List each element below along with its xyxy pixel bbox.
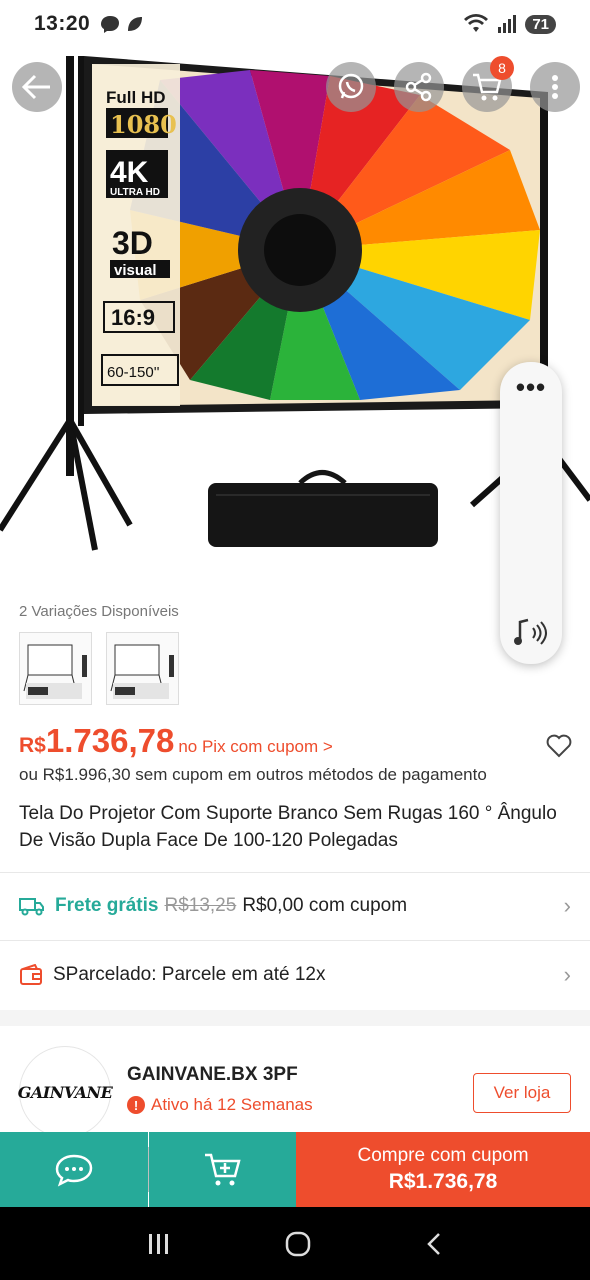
add-to-cart-button[interactable] xyxy=(149,1132,296,1207)
variation-thumbnail[interactable] xyxy=(19,632,92,705)
price-currency: R$ xyxy=(19,734,46,757)
alert-icon: ! xyxy=(127,1096,145,1114)
system-navigation-bar xyxy=(0,1207,590,1280)
label-4k: 4K xyxy=(110,156,149,189)
label-3d: 3D xyxy=(112,225,153,261)
label-aspect: 16:9 xyxy=(111,305,155,330)
leaf-icon xyxy=(128,17,143,31)
more-options-button[interactable] xyxy=(530,62,580,112)
messenger-icon xyxy=(101,16,120,33)
divider xyxy=(0,872,590,873)
alternative-price: ou R$1.996,30 sem cupom em outros método… xyxy=(19,765,487,784)
section-divider xyxy=(0,1010,590,1026)
chevron-right-icon: › xyxy=(563,962,571,987)
old-shipping-price: R$13,25 xyxy=(164,895,237,916)
status-time: 13:20 xyxy=(34,12,91,35)
buy-label: Compre com cupom xyxy=(357,1145,529,1166)
home-icon[interactable] xyxy=(284,1230,312,1258)
wallet-icon xyxy=(20,964,42,985)
variations-section: 2 Variações Disponíveis xyxy=(19,603,179,705)
recent-apps-icon[interactable] xyxy=(146,1232,172,1256)
bottom-action-bar: Compre com cupom R$1.736,78 xyxy=(0,1132,590,1207)
cart-count-badge: 8 xyxy=(490,56,514,80)
buy-price: R$1.736,78 xyxy=(388,1170,498,1193)
cart-button[interactable]: 8 xyxy=(462,56,514,112)
variations-label: 2 Variações Disponíveis xyxy=(19,603,179,620)
heart-icon[interactable] xyxy=(546,734,572,758)
label-full-hd: Full HD xyxy=(106,88,166,107)
music-sound-icon[interactable] xyxy=(512,616,550,650)
shipping-row[interactable]: Frete grátis R$13,25 R$0,00 com cupom › xyxy=(19,882,571,930)
buy-with-coupon-button[interactable]: Compre com cupom R$1.736,78 xyxy=(296,1132,590,1207)
product-page: Full HD 1080 4K ULTRA HD 3D visual 16:9 … xyxy=(0,0,590,1280)
back-button[interactable] xyxy=(12,62,62,112)
installments-row[interactable]: SParcelado: Parcele em até 12x › xyxy=(19,951,571,999)
panel-more-icon[interactable]: ••• xyxy=(500,372,562,403)
label-1080: 1080 xyxy=(110,110,177,139)
free-shipping-label: Frete grátis xyxy=(55,895,159,916)
signal-icon xyxy=(498,15,517,33)
price-value: 1.736,78 xyxy=(45,722,175,759)
share-icon xyxy=(405,72,432,102)
pix-coupon-link[interactable]: no Pix com cupom > xyxy=(178,737,333,757)
product-title: Tela Do Projetor Com Suporte Branco Sem … xyxy=(19,803,557,851)
divider xyxy=(0,940,590,941)
label-size: 60-150'' xyxy=(107,364,160,381)
floating-side-panel[interactable]: ••• xyxy=(500,362,562,664)
visit-store-button[interactable]: Ver loja xyxy=(473,1073,571,1113)
battery-indicator: 71 xyxy=(525,14,556,34)
variation-thumbnail[interactable] xyxy=(106,632,179,705)
status-bar: 13:20 71 xyxy=(0,0,590,48)
truck-icon xyxy=(19,898,44,916)
more-vertical-icon xyxy=(552,75,558,99)
seller-name[interactable]: GAINVANE.BX 3PF xyxy=(127,1064,298,1086)
back-nav-icon[interactable] xyxy=(424,1231,444,1257)
whatsapp-icon xyxy=(338,73,364,99)
notification-icons xyxy=(100,15,144,33)
label-visual: visual xyxy=(114,262,157,279)
seller-logo[interactable]: GAINVANE xyxy=(17,1046,113,1138)
add-to-cart-icon xyxy=(204,1153,241,1185)
chat-button[interactable] xyxy=(0,1132,148,1207)
chat-icon xyxy=(55,1154,93,1186)
label-ultra-hd: ULTRA HD xyxy=(110,187,160,198)
share-button[interactable] xyxy=(394,62,444,112)
seller-logo-text: GAINVANE xyxy=(17,1082,113,1102)
wifi-icon xyxy=(464,14,489,32)
seller-status-text: Ativo há 12 Semanas xyxy=(151,1095,313,1114)
arrow-left-icon xyxy=(22,74,50,100)
chevron-right-icon: › xyxy=(563,893,571,918)
seller-activity-status: ! Ativo há 12 Semanas xyxy=(127,1095,313,1115)
whatsapp-share-button[interactable] xyxy=(326,62,376,112)
installments-label: SParcelado: Parcele em até 12x xyxy=(53,964,326,985)
price-block[interactable]: R$ 1.736,78 no Pix com cupom > xyxy=(19,722,333,760)
coupon-shipping-price: R$0,00 com cupom xyxy=(242,895,408,916)
